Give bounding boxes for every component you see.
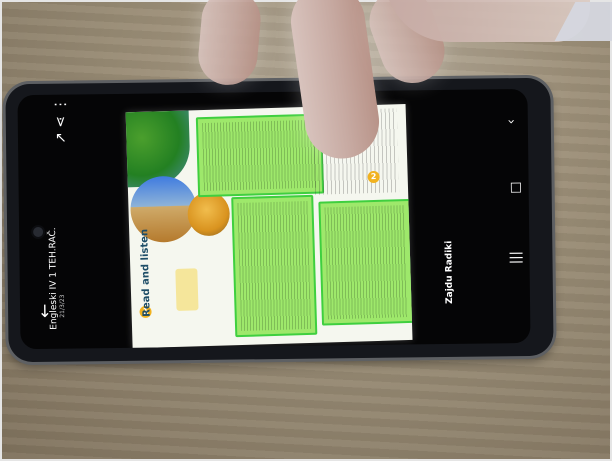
toolbar-actions: ↗ ⋖ ⋮ xyxy=(52,97,71,144)
paragraph-lines xyxy=(201,119,318,192)
highlighted-paragraph-right xyxy=(318,198,413,326)
lesson-heading: Read and listen xyxy=(139,228,153,317)
more-vertical-icon[interactable]: ⋮ xyxy=(53,97,69,111)
highlighted-paragraph-top xyxy=(195,113,325,198)
side-note-text xyxy=(312,108,400,195)
photo-background: ← Engleski IV 1 TEH.RAČ. 21/3/23 ↗ ⋖ ⋮ 1… xyxy=(0,0,612,461)
recent-apps-icon[interactable]: ||| xyxy=(508,251,523,264)
highlighted-paragraph-left xyxy=(231,194,318,338)
document-toolbar: ← Engleski IV 1 TEH.RAČ. 21/3/23 ↗ ⋖ ⋮ xyxy=(17,94,130,349)
phone-screen: ← Engleski IV 1 TEH.RAČ. 21/3/23 ↗ ⋖ ⋮ 1… xyxy=(17,88,531,350)
arrow-forward-icon[interactable]: ↗ xyxy=(53,132,69,144)
golden-photo xyxy=(187,191,231,237)
share-icon[interactable]: ⋖ xyxy=(53,116,69,128)
highlight-note xyxy=(175,268,199,311)
paragraph-lines xyxy=(324,205,408,320)
front-camera xyxy=(33,226,44,238)
smartphone: ← Engleski IV 1 TEH.RAČ. 21/3/23 ↗ ⋖ ⋮ 1… xyxy=(5,77,554,363)
paragraph-lines xyxy=(237,200,312,332)
navigation-panel: Zajdu Radiki ||| □ ‹ xyxy=(407,89,530,344)
document-date: 21/3/23 xyxy=(58,294,67,318)
navigation-back-icon[interactable]: ‹ xyxy=(504,119,519,124)
document-page[interactable]: 1 2 Read and listen xyxy=(125,104,413,349)
home-button-icon[interactable]: □ xyxy=(508,181,523,193)
share-label[interactable]: Zajdu Radiki xyxy=(444,241,455,304)
